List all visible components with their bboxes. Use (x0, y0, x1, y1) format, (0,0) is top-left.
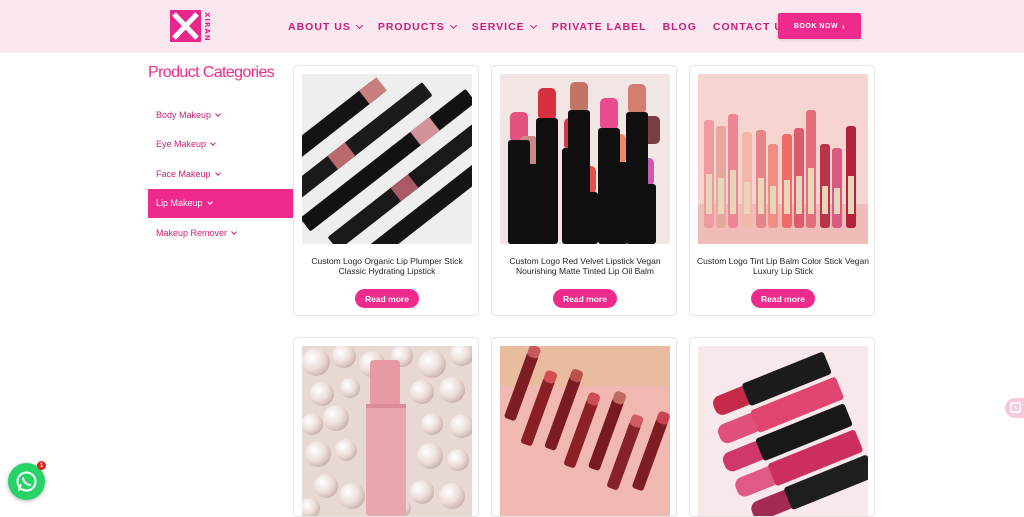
product-card (689, 337, 875, 517)
site-header: XIRAN ABOUT US PRODUCTS SERVICE PRIVATE … (0, 0, 1024, 53)
chevron-down-icon (231, 228, 237, 235)
category-makeup-remover[interactable]: Makeup Remover (148, 218, 293, 248)
nav-blog[interactable]: BLOG (663, 21, 697, 33)
nav-service-label: SERVICE (471, 20, 525, 33)
category-eye-makeup[interactable]: Eye Makeup (148, 130, 293, 160)
product-name[interactable]: Custom Logo Red Velvet Lipstick Vegan No… (498, 256, 672, 276)
categories-title: Product Categories (148, 64, 275, 81)
floating-side-tab[interactable] (1005, 398, 1024, 418)
nav-blog-label: BLOG (662, 20, 697, 33)
product-image[interactable] (500, 346, 670, 516)
chevron-down-icon (449, 21, 457, 29)
product-image[interactable] (698, 74, 868, 244)
category-list: Body Makeup Eye Makeup Face Makeup Lip M… (148, 100, 293, 248)
main-nav: ABOUT US PRODUCTS SERVICE PRIVATE LABEL … (288, 0, 807, 53)
product-card: Custom Logo Red Velvet Lipstick Vegan No… (491, 65, 677, 316)
nav-products[interactable]: PRODUCTS (377, 20, 457, 33)
chevron-right-icon: › (841, 21, 846, 31)
category-label: Body Makeup (156, 109, 212, 120)
product-name[interactable]: Custom Logo Tint Lip Balm Color Stick Ve… (696, 256, 870, 276)
chevron-down-icon (206, 199, 213, 206)
nav-service[interactable]: SERVICE (471, 20, 537, 33)
nav-about-us[interactable]: ABOUT US (288, 20, 363, 33)
chevron-down-icon (210, 140, 216, 147)
translate-icon (1010, 402, 1021, 413)
read-more-button[interactable]: Read more (355, 289, 419, 308)
chevron-down-icon (529, 21, 537, 29)
notification-badge: 1 (37, 461, 46, 470)
product-card: Custom Logo Organic Lip Plumper Stick Cl… (293, 65, 479, 316)
category-label: Makeup Remover (156, 227, 228, 238)
product-card: Custom Logo Tint Lip Balm Color Stick Ve… (689, 65, 875, 316)
category-label: Face Makeup (156, 168, 211, 179)
category-lip-makeup[interactable]: Lip Makeup (148, 188, 293, 218)
chevron-down-icon (215, 110, 221, 117)
brand-logo[interactable]: XIRAN (170, 10, 211, 42)
product-name[interactable]: Custom Logo Organic Lip Plumper Stick Cl… (300, 256, 474, 276)
logo-x-icon (170, 10, 201, 42)
product-image[interactable] (500, 74, 670, 244)
brand-name: XIRAN (203, 12, 211, 42)
product-card (293, 337, 479, 517)
chevron-down-icon (214, 169, 221, 176)
nav-about-us-label: ABOUT US (288, 20, 351, 33)
product-image[interactable] (302, 346, 472, 516)
nav-private-label-label: PRIVATE LABEL (551, 20, 647, 33)
book-now-label: BOOK NOW (793, 22, 838, 30)
nav-products-label: PRODUCTS (377, 20, 445, 33)
category-label: Eye Makeup (156, 139, 207, 150)
book-now-button[interactable]: BOOK NOW › (778, 13, 861, 39)
product-image[interactable] (698, 346, 868, 516)
nav-private-label[interactable]: PRIVATE LABEL (552, 21, 647, 33)
read-more-button[interactable]: Read more (751, 289, 815, 308)
chevron-down-icon (355, 21, 363, 29)
read-more-button[interactable]: Read more (553, 289, 617, 308)
product-card (491, 337, 677, 517)
category-label: Lip Makeup (156, 198, 203, 209)
category-face-makeup[interactable]: Face Makeup (148, 159, 293, 189)
category-body-makeup[interactable]: Body Makeup (148, 100, 293, 130)
product-image[interactable] (302, 74, 472, 244)
